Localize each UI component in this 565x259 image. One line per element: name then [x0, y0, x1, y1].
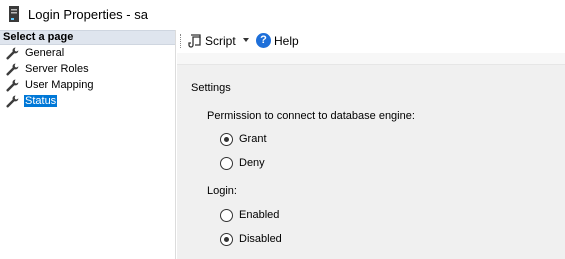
script-label: Script — [205, 34, 236, 48]
deny-radio-option[interactable]: Deny — [220, 155, 265, 171]
deny-radio[interactable] — [220, 156, 233, 170]
permission-label: Permission to connect to database engine… — [207, 110, 415, 122]
disabled-label: Disabled — [239, 233, 282, 245]
grant-radio[interactable] — [220, 132, 233, 146]
wrench-icon — [6, 79, 19, 92]
sidebar-item-status[interactable]: Status — [0, 93, 175, 109]
wrench-icon — [6, 95, 19, 108]
enabled-label: Enabled — [239, 209, 280, 221]
page-selector-panel: Select a page General Server Roles User … — [0, 30, 176, 259]
sidebar-header: Select a page — [0, 30, 175, 45]
title-bar: Login Properties - sa — [0, 0, 565, 29]
status-page-content: Script ? Help Settings Permission to con… — [177, 30, 565, 259]
settings-title: Settings — [191, 82, 231, 94]
wrench-icon — [6, 63, 19, 76]
window-title: Login Properties - sa — [28, 7, 148, 22]
enabled-radio[interactable] — [220, 208, 233, 222]
sidebar-item-label: Status — [24, 95, 58, 107]
enabled-radio-option[interactable]: Enabled — [220, 207, 279, 223]
disabled-radio-option[interactable]: Disabled — [220, 231, 282, 247]
grant-radio-option[interactable]: Grant — [220, 131, 267, 147]
server-icon — [9, 6, 19, 22]
disabled-radio[interactable] — [220, 232, 233, 246]
sidebar-item-label: General — [25, 47, 65, 59]
toolbar: Script ? Help — [177, 30, 565, 53]
toolbar-divider — [177, 53, 565, 65]
sidebar-item-general[interactable]: General — [0, 45, 175, 61]
toolbar-grip[interactable] — [180, 34, 182, 48]
sidebar-item-user-mapping[interactable]: User Mapping — [0, 77, 175, 93]
deny-label: Deny — [239, 157, 265, 169]
sidebar-item-label: Server Roles — [25, 63, 89, 75]
sidebar-item-server-roles[interactable]: Server Roles — [0, 61, 175, 77]
wrench-icon — [6, 47, 19, 60]
sidebar-item-label: User Mapping — [25, 79, 94, 91]
login-label: Login: — [207, 185, 237, 197]
help-label: Help — [274, 34, 299, 48]
script-dropdown-arrow-icon[interactable] — [243, 38, 249, 42]
script-icon — [188, 34, 201, 48]
grant-label: Grant — [239, 133, 267, 145]
help-icon: ? — [256, 33, 271, 48]
